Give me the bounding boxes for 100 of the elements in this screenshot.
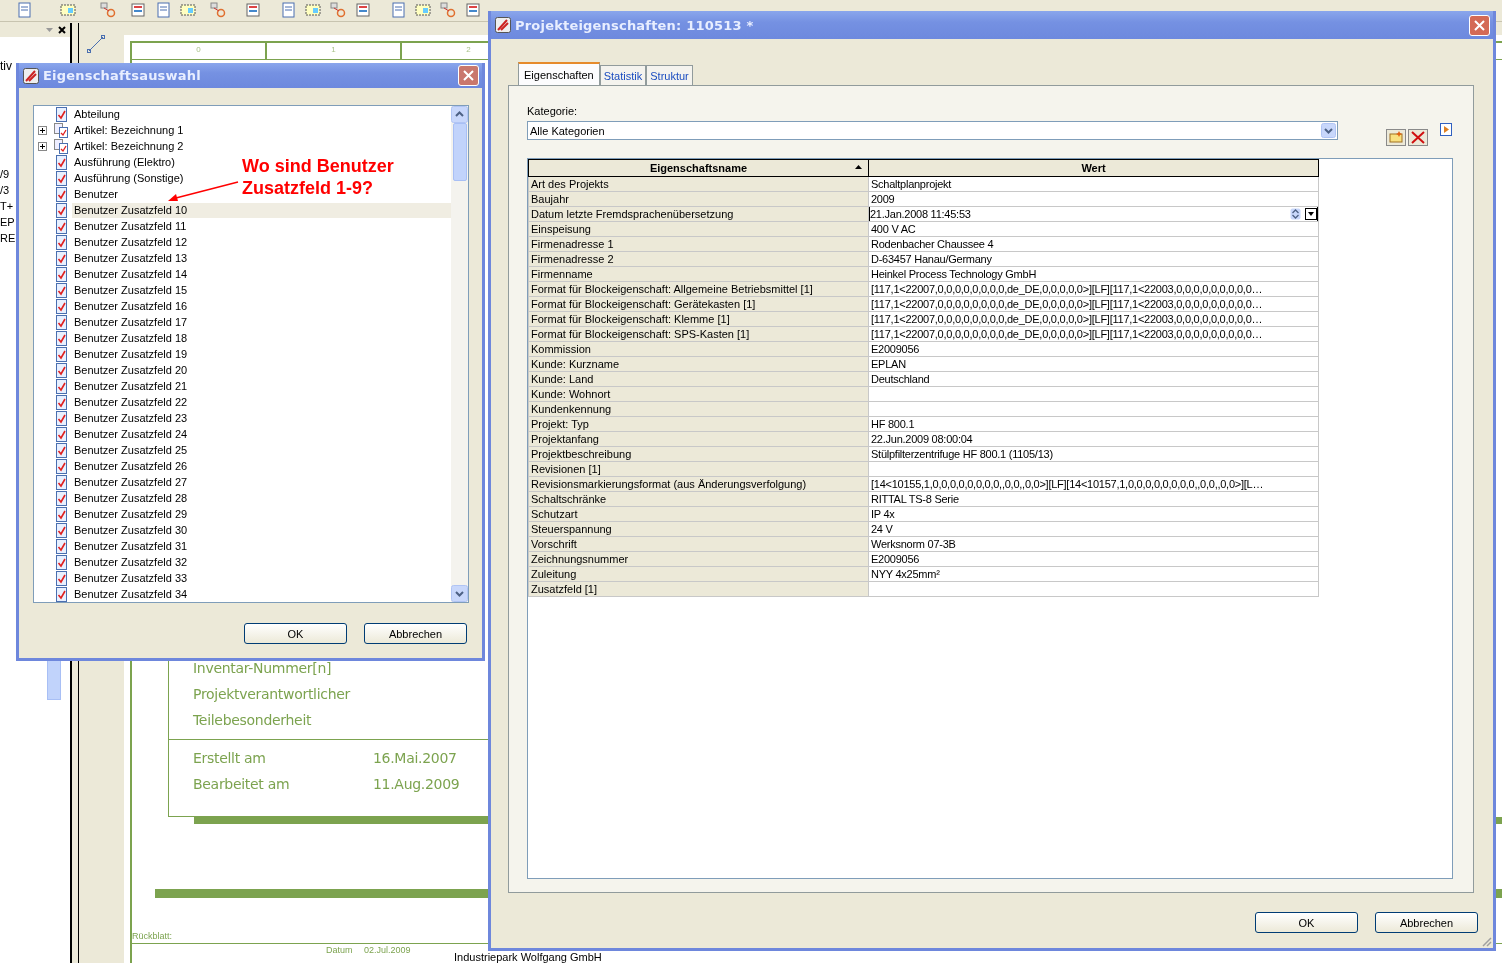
property-value-cell: Werksnorm 07-3B <box>868 536 1319 552</box>
tree-item[interactable]: Benutzer Zusatzfeld 28 <box>72 490 190 506</box>
document-icon[interactable] <box>155 2 171 18</box>
tree-item[interactable]: Ausführung (Sonstige) <box>72 171 186 187</box>
tree-item[interactable]: Benutzer Zusatzfeld 34 <box>72 586 190 602</box>
delete-icon[interactable] <box>1408 129 1428 146</box>
tree-item[interactable]: Benutzer Zusatzfeld 32 <box>72 554 190 570</box>
diagram-icon[interactable] <box>330 2 346 18</box>
sheet-field: Teilebesonderheit <box>193 711 312 729</box>
grid-icon[interactable] <box>415 2 431 18</box>
panel-text: tiv <box>0 58 13 73</box>
list-icon[interactable] <box>355 2 371 18</box>
tree-item[interactable]: Benutzer Zusatzfeld 21 <box>72 378 190 394</box>
dropdown-icon[interactable] <box>46 28 53 32</box>
property-value-cell: E2009056 <box>868 551 1319 567</box>
list-icon[interactable] <box>465 2 481 18</box>
scroll-thumb[interactable] <box>453 123 467 181</box>
category-dropdown[interactable]: Alle Kategorien <box>527 121 1338 140</box>
close-icon <box>1474 19 1485 31</box>
diagram-icon[interactable] <box>210 2 226 18</box>
diagram-icon[interactable] <box>440 2 456 18</box>
checked-document-icon <box>54 347 68 362</box>
tree-item[interactable]: Benutzer Zusatzfeld 12 <box>72 235 190 251</box>
date-time-field[interactable]: 21.Jan.2008 11:45:53 <box>869 207 1318 221</box>
tree-item[interactable]: Benutzer Zusatzfeld 29 <box>72 506 190 522</box>
column-header[interactable]: Eigenschaftsname <box>528 159 869 177</box>
tree-item[interactable]: Benutzer Zusatzfeld 13 <box>72 251 190 267</box>
dialog-button[interactable]: OK <box>244 623 347 644</box>
tree-item[interactable]: Benutzer Zusatzfeld 27 <box>72 474 190 490</box>
checked-document-icon <box>54 554 68 570</box>
tree-item[interactable]: Benutzer Zusatzfeld 18 <box>72 331 190 347</box>
tree-item[interactable]: Ausführung (Elektro) <box>72 155 177 171</box>
grid-icon[interactable] <box>305 2 321 18</box>
checked-document-icon <box>54 570 68 586</box>
grid-icon[interactable] <box>60 2 76 18</box>
dialog-button[interactable]: OK <box>1255 912 1358 933</box>
tree-item[interactable]: Benutzer Zusatzfeld 30 <box>72 522 190 538</box>
diagram-icon[interactable] <box>100 2 116 18</box>
date-label: Bearbeitet am <box>193 775 290 793</box>
tab[interactable]: Eigenschaften <box>518 62 600 85</box>
line-tool-icon[interactable] <box>87 35 105 53</box>
document-icon[interactable] <box>16 2 32 18</box>
play-icon[interactable] <box>1440 123 1452 136</box>
resize-grip-icon[interactable] <box>1481 936 1492 947</box>
tree-item[interactable]: Benutzer Zusatzfeld 16 <box>72 299 190 315</box>
tree-item[interactable]: Benutzer Zusatzfeld 19 <box>72 347 190 362</box>
checked-document-icon <box>54 394 68 410</box>
footer-label: Datum <box>326 945 353 955</box>
tree-text: T+ <box>0 200 14 213</box>
close-button[interactable] <box>458 65 479 86</box>
tree-item[interactable]: Benutzer Zusatzfeld 24 <box>72 426 190 442</box>
property-value-cell: 24 V <box>868 521 1319 537</box>
spinner-icon[interactable] <box>1290 208 1301 220</box>
list-icon[interactable] <box>245 2 261 18</box>
list-icon[interactable] <box>130 2 146 18</box>
sheet-label: Rückblatt: <box>132 931 173 941</box>
scroll-down-button[interactable] <box>451 585 468 602</box>
tree-item[interactable]: Benutzer <box>72 187 121 203</box>
tree-item[interactable]: Benutzer Zusatzfeld 15 <box>72 283 190 299</box>
checked-document-icon <box>54 522 68 538</box>
checked-document-icon <box>54 267 68 283</box>
tree-text: /3 <box>0 184 10 197</box>
grid-icon[interactable] <box>180 2 196 18</box>
tree-item[interactable]: Abteilung <box>72 107 122 123</box>
tree-item[interactable]: Benutzer Zusatzfeld 22 <box>72 394 190 410</box>
checked-documents-icon <box>54 123 68 139</box>
column-number: 1 <box>267 43 402 59</box>
expand-icon[interactable] <box>38 142 47 152</box>
tree-item[interactable]: Artikel: Bezeichnung 1 <box>72 123 186 139</box>
tree-item[interactable]: Benutzer Zusatzfeld 14 <box>72 267 190 283</box>
tree-item[interactable]: Benutzer Zusatzfeld 25 <box>72 442 190 458</box>
tree-text: RE <box>0 232 16 245</box>
dialog-button[interactable]: Abbrechen <box>1375 912 1478 933</box>
column-header[interactable]: Wert <box>868 159 1319 177</box>
tree-item[interactable]: Benutzer Zusatzfeld 26 <box>72 458 190 474</box>
document-icon[interactable] <box>390 2 406 18</box>
tree-item[interactable]: Benutzer Zusatzfeld 33 <box>72 570 190 586</box>
scroll-thumb[interactable] <box>47 660 61 700</box>
document-icon[interactable] <box>280 2 296 18</box>
sheet-field: Inventar-Nummer[n] <box>193 659 332 677</box>
expand-icon[interactable] <box>38 126 47 136</box>
property-value-cell: [117,1<22007,0,0,0,0,0,0,0,0,de_DE,0,0,0,0,0>][LF][117,1<22003,0,0,0,0,0,0,0,0,0… <box>868 296 1319 312</box>
checked-document-icon <box>54 315 68 331</box>
tree-item[interactable]: Artikel: Bezeichnung 2 <box>72 139 186 155</box>
tab[interactable]: Struktur <box>646 65 693 85</box>
dialog-button[interactable]: Abbrechen <box>364 623 467 644</box>
property-value-cell: NYY 4x25mm² <box>868 566 1319 582</box>
close-icon[interactable] <box>58 26 66 34</box>
tab[interactable]: Statistik <box>599 65 647 85</box>
tree-item[interactable]: Benutzer Zusatzfeld 10 <box>72 203 451 219</box>
scroll-up-button[interactable] <box>451 106 468 123</box>
tree-item[interactable]: Benutzer Zusatzfeld 31 <box>72 538 190 554</box>
checked-documents-icon <box>54 139 68 155</box>
tree-item[interactable]: Benutzer Zusatzfeld 11 <box>72 219 189 235</box>
tree-item[interactable]: Benutzer Zusatzfeld 20 <box>72 363 190 378</box>
date-label: Erstellt am <box>193 749 266 767</box>
tree-item[interactable]: Benutzer Zusatzfeld 17 <box>72 315 190 331</box>
close-button[interactable] <box>1469 14 1490 36</box>
new-icon[interactable] <box>1386 129 1406 146</box>
tree-item[interactable]: Benutzer Zusatzfeld 23 <box>72 410 190 426</box>
